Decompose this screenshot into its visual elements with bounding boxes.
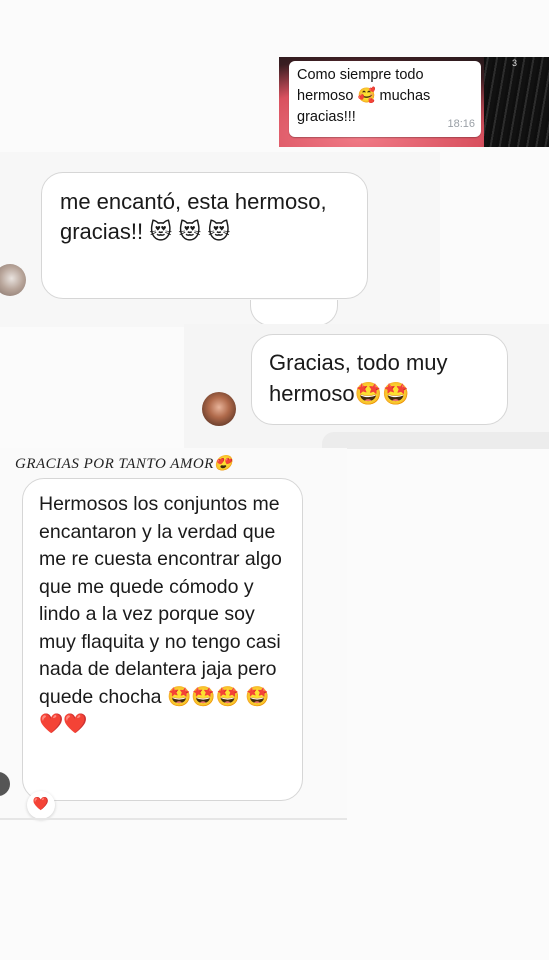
story-caption: GRACIAS POR TANTO AMOR😍: [15, 456, 234, 472]
avatar: [202, 392, 236, 426]
divider: [0, 818, 347, 820]
message-bubble-1: me encantó, esta hermoso, gracias!! 😻 😻 …: [41, 172, 368, 299]
bubble-stub: [322, 432, 549, 449]
message-text: Hermosos los conjuntos me encantaron y l…: [39, 493, 282, 735]
avatar: [0, 772, 10, 796]
chat-panel-3: GRACIAS POR TANTO AMOR😍 Hermosos los con…: [0, 448, 347, 820]
reaction-heart[interactable]: ❤️: [27, 791, 55, 819]
whatsapp-timestamp: 18:16: [447, 118, 475, 130]
whatsapp-message-text: Como siempre todo hermoso 🥰 muchas graci…: [297, 67, 431, 125]
chat-panel-1: me encantó, esta hermoso, gracias!! 😻 😻 …: [0, 152, 440, 327]
whatsapp-message-bubble: Como siempre todo hermoso 🥰 muchas graci…: [289, 61, 481, 137]
hair-strands: [484, 57, 549, 147]
chat-panel-2: Gracias, todo muy hermoso🤩🤩: [184, 324, 549, 449]
message-bubble-2: Gracias, todo muy hermoso🤩🤩: [251, 334, 508, 425]
message-text: me encantó, esta hermoso, gracias!! 😻 😻 …: [60, 189, 327, 244]
corner-mark: 3: [511, 58, 517, 68]
message-text: Gracias, todo muy hermoso🤩🤩: [269, 350, 448, 406]
message-bubble-3: Hermosos los conjuntos me encantaron y l…: [22, 478, 303, 801]
avatar: [0, 264, 26, 296]
bubble-stub: [250, 300, 338, 326]
heart-icon: ❤️: [32, 797, 50, 812]
whatsapp-screenshot: 3 Como siempre todo hermoso 🥰 muchas gra…: [279, 57, 549, 147]
